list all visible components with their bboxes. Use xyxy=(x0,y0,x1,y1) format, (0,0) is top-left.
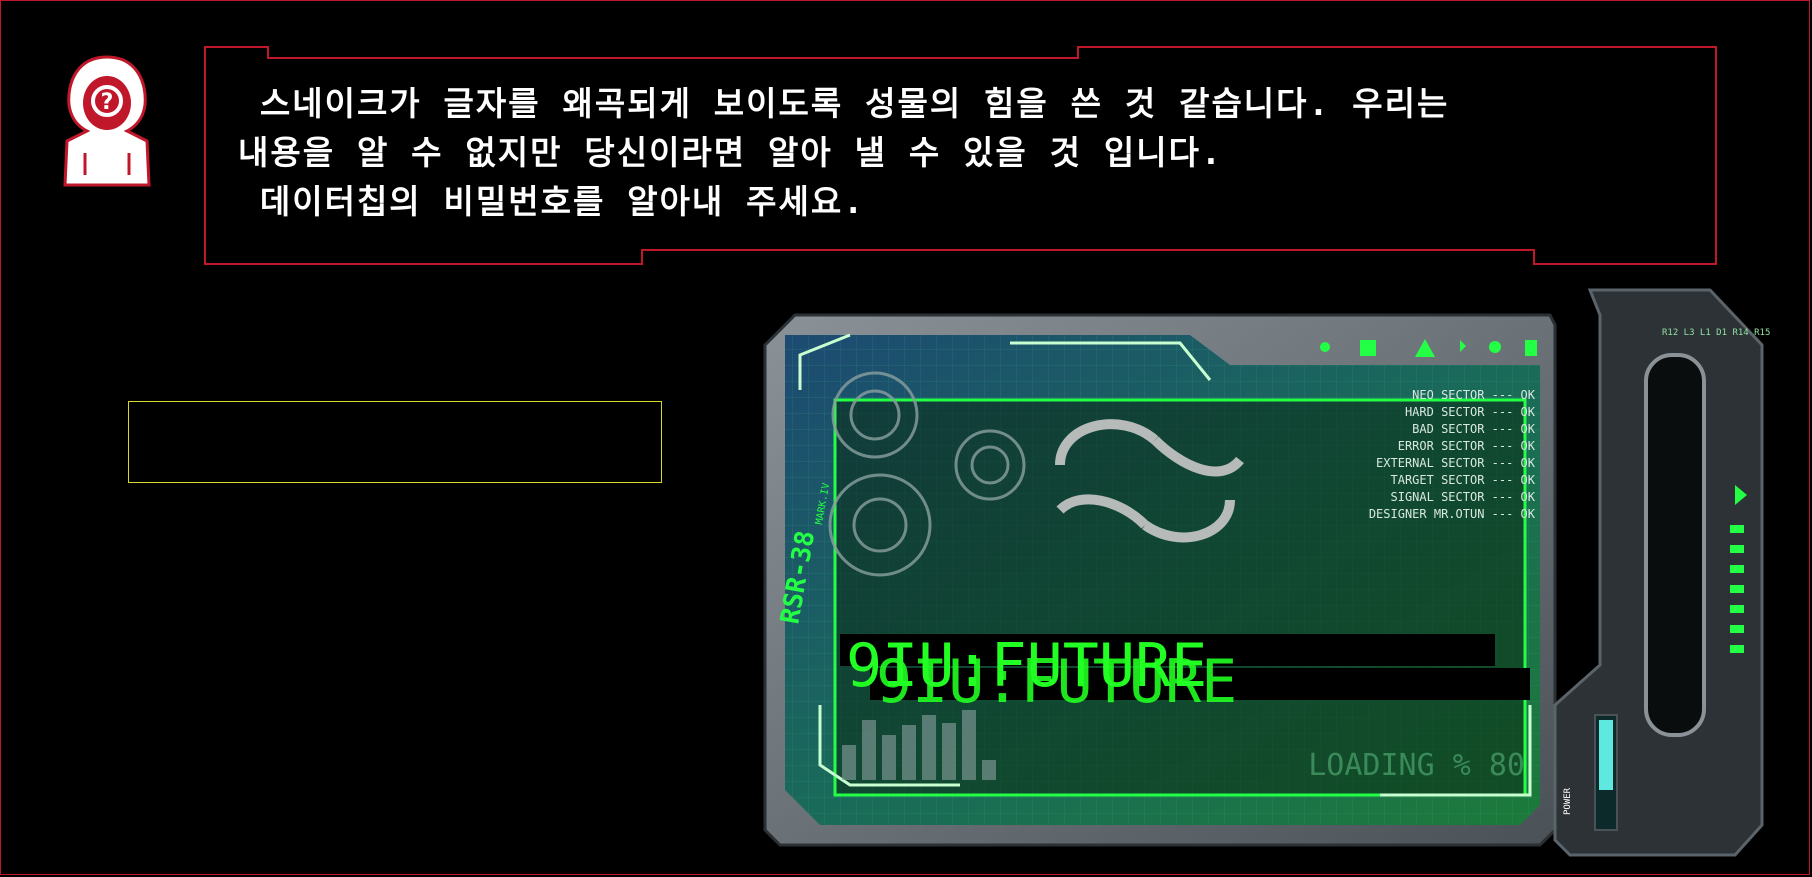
password-input[interactable] xyxy=(128,401,662,483)
dialog-line-1: 스네이크가 글자를 왜곡되게 보이도록 성물의 힘을 쓴 것 같습니다. 우리는 xyxy=(238,84,1450,123)
dialog-line-2: 내용을 알 수 없지만 당신이라면 알아 낼 수 있을 것 입니다. xyxy=(238,133,1223,172)
sector-line: DESIGNER MR.OTUN --- OK xyxy=(1369,507,1536,521)
cipher-text: 9IU:FUTURE 9IU:FUTURE xyxy=(840,620,1540,720)
sector-line: SIGNAL SECTOR --- OK xyxy=(1391,490,1536,504)
svg-text:R12 L3 L1 D1 R14 R15: R12 L3 L1 D1 R14 R15 xyxy=(1662,328,1770,338)
data-chip-device: POWER R12 L3 L1 D1 R14 R15 NEO SECTOR --… xyxy=(760,285,1770,860)
sector-line: BAD SECTOR --- OK xyxy=(1412,422,1536,436)
hooded-agent-icon: ? xyxy=(57,53,157,191)
dialog-line-3: 데이터칩의 비밀번호를 알아내 주세요. xyxy=(238,182,866,221)
loading-label: LOADING % 80 xyxy=(1308,748,1525,783)
sector-line: NEO SECTOR --- OK xyxy=(1412,388,1536,402)
sector-line: ERROR SECTOR --- OK xyxy=(1398,439,1536,453)
sector-line: TARGET SECTOR --- OK xyxy=(1391,473,1536,487)
svg-text:?: ? xyxy=(101,90,114,115)
sector-line: HARD SECTOR --- OK xyxy=(1405,405,1536,419)
sector-line: EXTERNAL SECTOR --- OK xyxy=(1376,456,1536,470)
power-label: POWER xyxy=(1563,787,1573,815)
dialog-text: 스네이크가 글자를 왜곡되게 보이도록 성물의 힘을 쓴 것 같습니다. 우리는… xyxy=(238,79,1658,226)
cipher-text-bottom: 9IU:FUTURE xyxy=(876,647,1237,717)
